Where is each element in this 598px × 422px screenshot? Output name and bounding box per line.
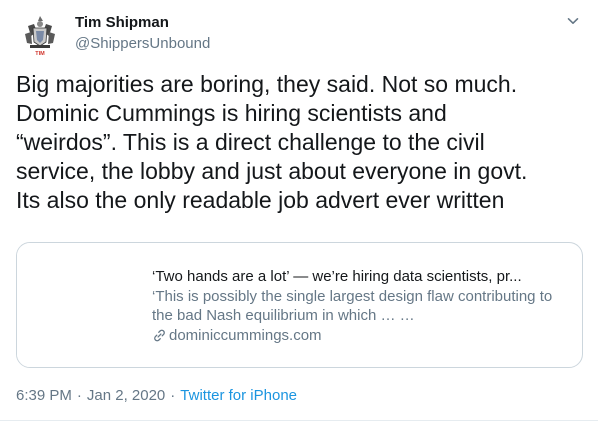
meta-separator: · [170, 387, 176, 404]
tweet-time[interactable]: 6:39 PM [16, 387, 72, 404]
meta-separator: · [76, 387, 82, 404]
author-handle[interactable]: @ShippersUnbound [75, 34, 210, 54]
crest-avatar-icon: TIM [16, 10, 65, 59]
avatar-caption: TIM [35, 51, 45, 57]
link-card[interactable]: ‘Two hands are a lot’ — we’re hiring dat… [16, 242, 583, 368]
author-name[interactable]: Tim Shipman [75, 13, 210, 33]
tweet-text: Big majorities are boring, they said. No… [16, 71, 528, 213]
tweet-source-link[interactable]: Twitter for iPhone [180, 387, 297, 404]
card-body: ‘Two hands are a lot’ — we’re hiring dat… [152, 267, 567, 345]
tweet-meta: 6:39 PM · Jan 2, 2020 · Twitter for iPhone [16, 386, 297, 406]
tweet-date[interactable]: Jan 2, 2020 [87, 387, 165, 404]
divider [0, 420, 598, 421]
tweet-menu-button[interactable] [564, 12, 582, 30]
link-icon [154, 329, 165, 342]
tweet: TIM Tim Shipman @ShippersUnbound Big maj… [0, 0, 598, 422]
card-description: ‘This is possibly the single largest des… [152, 288, 553, 324]
chevron-down-icon [567, 18, 579, 24]
card-thumbnail [17, 243, 139, 367]
author-block: Tim Shipman @ShippersUnbound [75, 13, 210, 54]
avatar[interactable]: TIM [16, 10, 65, 59]
card-title: ‘Two hands are a lot’ — we’re hiring dat… [152, 268, 522, 285]
card-domain: dominiccummings.com [152, 326, 567, 345]
card-domain-text: dominiccummings.com [169, 327, 322, 344]
